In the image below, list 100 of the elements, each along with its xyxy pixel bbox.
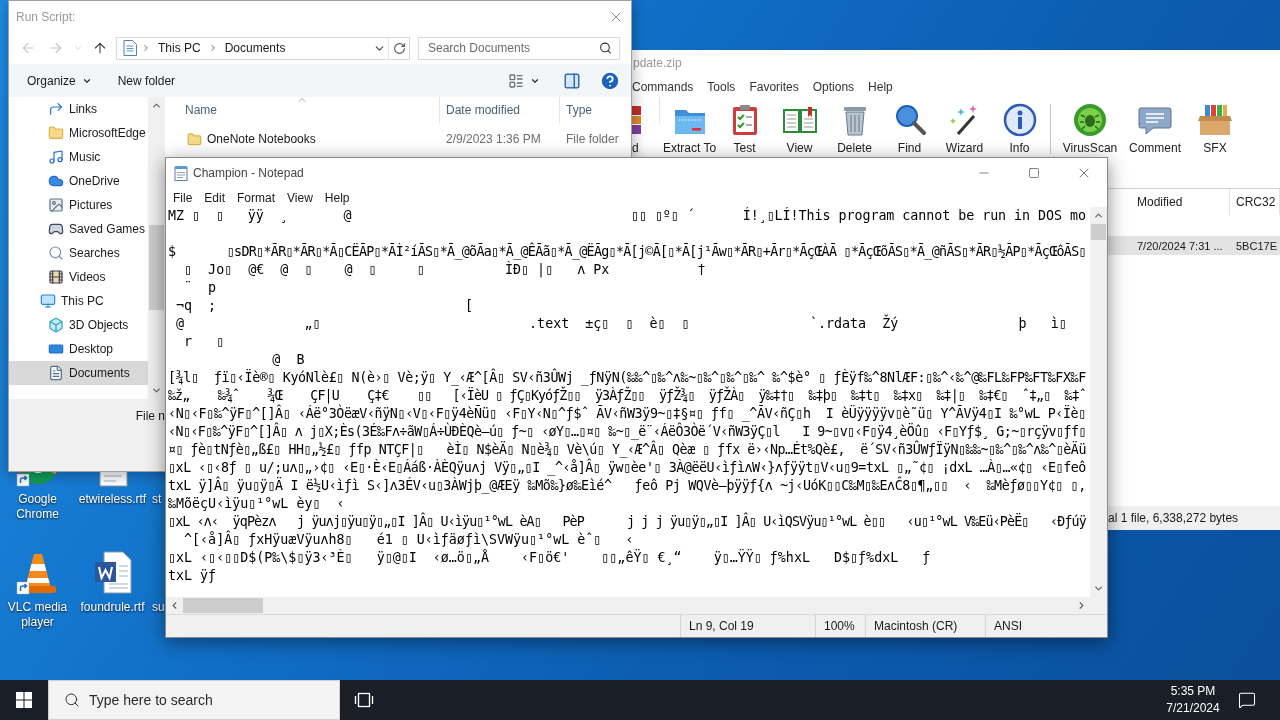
scrollbar-thumb[interactable] — [149, 225, 164, 310]
menu-item[interactable]: Help — [861, 77, 900, 97]
cloud-icon — [48, 173, 64, 189]
desktop-icon-label[interactable]: Google Chrome — [0, 492, 75, 522]
text-line: r ▯ — [183, 333, 225, 351]
music-note-icon — [48, 149, 64, 165]
search-field[interactable]: Type here to search — [48, 680, 340, 720]
vertical-scrollbar[interactable] — [1090, 207, 1107, 597]
nav-pane-item[interactable]: OneDrive — [9, 169, 148, 193]
menu-item[interactable]: Options — [805, 77, 862, 97]
nav-pane-item[interactable]: Saved Games — [9, 217, 148, 241]
status-text: ANSI — [985, 615, 1107, 637]
film-icon — [48, 269, 64, 285]
toolbar-button[interactable]: Test — [717, 102, 772, 155]
curved-arrow-icon — [48, 101, 64, 117]
desktop-icon-label[interactable]: st — [152, 492, 162, 507]
nav-pane-item[interactable]: Documents — [9, 361, 148, 385]
notification-icon — [1238, 691, 1256, 709]
column-header[interactable]: Type — [560, 97, 660, 123]
nav-pane-item[interactable]: 3D Objects — [9, 313, 148, 337]
menu-item[interactable]: View — [281, 188, 319, 207]
nav-pane-item[interactable]: Links — [9, 97, 148, 121]
folder-icon — [187, 131, 202, 147]
menu-item[interactable]: File — [167, 188, 199, 207]
text-line: ‰MõëçU‹ìÿu▯¹°wL èy▯ ‹ — [168, 495, 345, 513]
text-line: ¬q ; [ — [175, 297, 473, 315]
desktop-icon-label[interactable]: VLC media player — [0, 600, 75, 630]
toolbar-button[interactable]: SFX — [1185, 102, 1245, 155]
toolbar-button[interactable]: Wizard — [937, 102, 992, 155]
vertical-scrollbar[interactable] — [148, 97, 165, 399]
nav-pane-item[interactable]: This PC — [9, 289, 148, 313]
document-icon — [48, 365, 64, 381]
text-line: ‹N▯‹F▯‰^ÿF▯^[]Â▯ ‹Áë°3ÒëæV‹ñÿN▯‹V▯‹F▯ÿ4èÑü▯ ‹F▯Y‹N▯^ƒ$ˆ ÃV‹ñW3ÿ9~▯‡§¤▯ ƒf▯ _^ÃV‹ñÇ▯h I èÜÿÿÿÿv▯è˜ü▯ Y^ÃVÿ4▯I ‰°wL P‹Ïè▯ — [168, 405, 1086, 422]
status-text: Macintosh (CR) — [865, 615, 985, 637]
desktop-icon-label[interactable]: foundrule.rtf — [80, 600, 145, 615]
toolbar-button[interactable]: Extract To — [662, 102, 717, 155]
nav-pane-item[interactable]: Music — [9, 145, 148, 169]
file-name[interactable]: OneNote Notebooks — [207, 132, 316, 146]
text-line: ▯xL ‹▯‹8ƒ ▯ u/;uʌ▯„›¢▯ ‹E▯·È‹E▯Ááß·ÀÈQÿuʌj Vÿ▯„▯I _^‹å]Â▯ ÿw▯èe'▯ 3À@ëëU‹ìƒìʌW‹}ʌƒÿÿt▯V‹u▯9=txL ▯„˜¢▯ ¡dxL …À▯…«¢▯ ‹E▯feô — [168, 459, 1086, 476]
horizontal-scrollbar[interactable] — [166, 597, 1090, 614]
task-view-icon — [354, 692, 374, 708]
text-line: ¤▯ ƒè▯tNƒè▯„ß£▯ HH▯„½£▯ ƒfp NTÇF|▯ èÌ▯ N$èÄ▯ N▯è¾▯ Vè\ú▯ Y_‹Æ^Â▯ Qèæ ▯ ƒfx ë›‹Np…Ét%Qè£, ë´SV‹ñ3ÛWƒÏÿN▯‰‰~▯‰^▯‰^ʌ‰^▯èÄü — [168, 441, 1086, 458]
toolbar-button[interactable]: Comment — [1125, 102, 1185, 155]
menu-item[interactable]: Favorites — [742, 77, 806, 97]
menu-item[interactable]: Format — [231, 188, 282, 207]
file-row[interactable]: 7/20/2024 7:31 ... 5BC17E — [1108, 236, 1280, 255]
help-icon — [599, 69, 621, 92]
picture-icon — [48, 197, 64, 213]
help-button[interactable] — [598, 68, 622, 93]
status-text: 100% — [815, 615, 865, 637]
toolbar-button[interactable]: Info — [992, 102, 1047, 155]
refresh-icon — [392, 41, 406, 55]
caret-icon — [73, 43, 83, 53]
monitor-icon — [40, 293, 56, 309]
text-line: ‰ž„ ‰¾ˆ ¾Œ ÇF|U Ç‡€ ▯▯ [‹ÏèU ▯ ƒÇ▯KyóƒŽ▯▯ ÿ3ÀƒŽ▯▯ ÿƒŽ¾▯ ÿƒŽÀ▯ ÿ‰‡†▯ ‰‡þ▯ ‰‡t▯ ‰‡x▯ ‰‡|▯ ‰‡€▯ ˆ‡„▯ ‰‡ˆ — [168, 387, 1086, 405]
breadcrumb-item[interactable]: This PC — [155, 37, 204, 59]
menu-item[interactable]: Help — [318, 188, 356, 207]
gamepad-icon — [48, 221, 64, 237]
nav-pane-item[interactable]: Searches — [9, 241, 148, 265]
info-icon — [1001, 102, 1038, 138]
text-line: ▯ Jo▯ @€ @ ▯ @ ▯ ▯ ÌÐ▯ |▯ ʌ Px † — [183, 261, 706, 279]
toolbar-button[interactable]: Find — [882, 102, 937, 155]
address-bar[interactable]: This PC Documents — [116, 36, 410, 60]
desktop-icon-label[interactable]: su — [152, 600, 165, 615]
text-line: ¨ p — [183, 279, 217, 297]
nav-pane-item[interactable]: Videos — [9, 265, 148, 289]
toolbar-button[interactable]: Delete — [827, 102, 882, 155]
column-header[interactable]: CRC32 — [1230, 189, 1280, 215]
clock-time[interactable]: 5:35 PM — [1170, 683, 1216, 700]
date-cell: 2/9/2023 1:36 PM — [446, 132, 541, 146]
toolbar-button[interactable]: VirusScan — [1055, 102, 1125, 155]
window-title: pdate.zip — [633, 56, 682, 70]
clock-date[interactable]: 7/21/2024 — [1166, 700, 1220, 717]
magnifier-icon — [48, 245, 64, 261]
type-cell: File folder — [566, 132, 619, 146]
nav-pane-item[interactable]: Pictures — [9, 193, 148, 217]
menu-item[interactable]: Commands — [632, 77, 701, 97]
nav-pane-item[interactable]: MicrosoftEdge — [9, 121, 148, 145]
command-button[interactable]: New folder — [109, 67, 184, 94]
arrow-right-icon — [48, 40, 64, 56]
menu-item[interactable]: Edit — [198, 188, 232, 207]
column-header[interactable]: Name — [165, 97, 440, 123]
text-line: MZ ▯ ▯ ÿÿ ¸ @ ▯▯ ▯º▯ ´ Í!¸▯LÍ!This program cannot be run in DOS mo — [168, 207, 1086, 225]
text-line: [¾l▯ ƒï▯‹Ïè®▯ KyóNlè£▯ N(è›▯ Vè;ÿ▯ Y_‹Æ^[Â▯ SV‹ñ3ÛWj _ƒNÿN(‰‰^▯‰^ʌ‰~▯‰^▯‰^▯‰^ ‰^$è° ▯ ƒÈÿf‰^8NlÆF:▯‰^‹‰^@‰FL‰FP‰FT‰FX‰F — [168, 369, 1086, 387]
text-line: $ ▯sDR▯*ÃR▯*ÃR▯*Ã▯CËÃP▯*ÃÌ²íÃS▯*Ã_@õÃa▯*Ã_@ÊÃã▯*Ã_@ËÃg▯*Ã[j©Ã[▯*Ã[j¹Ãw▯*ÃR▯+Ãr▯*ÃçŒÀÃ ▯*ÃçŒõÃS▯*Ã_@ñÃS▯*ÃR▯½ÃP▯*ÃçŒôÃS▯ — [168, 243, 1086, 261]
search-field[interactable]: Search Documents — [418, 36, 620, 60]
text-line: ▯xL ‹ʌ‹ ÿqPèzʌ j ÿuʌj▯ÿu▯ÿ▯„▯I ]Â▯ U‹ìÿu▯¹°wL èA▯ PèP j j j ÿu▯ÿ▯„▯I ]Â▯ U‹ìQSVÿu▯¹°wL è▯▯ ‹u▯¹°wL V‰Eü‹PèË▯ ‹Ðƒúÿ — [168, 513, 1086, 530]
command-button[interactable]: Organize — [19, 67, 100, 94]
column-header[interactable]: Date modified — [440, 97, 560, 123]
nav-pane-item[interactable]: Desktop — [9, 337, 148, 361]
scrollbar-thumb[interactable] — [1091, 224, 1106, 240]
document-icon — [123, 40, 137, 56]
breadcrumb-item[interactable]: Documents — [221, 37, 289, 59]
window-title: Run Script: — [16, 9, 76, 24]
scrollbar-thumb[interactable] — [183, 598, 263, 613]
desktop-icon-label[interactable]: etwireless.rtf — [78, 492, 147, 507]
toolbar-button[interactable]: View — [772, 102, 827, 155]
preview-pane-icon — [563, 71, 581, 90]
menu-item[interactable]: Tools — [700, 77, 743, 97]
search-icon — [64, 692, 80, 708]
